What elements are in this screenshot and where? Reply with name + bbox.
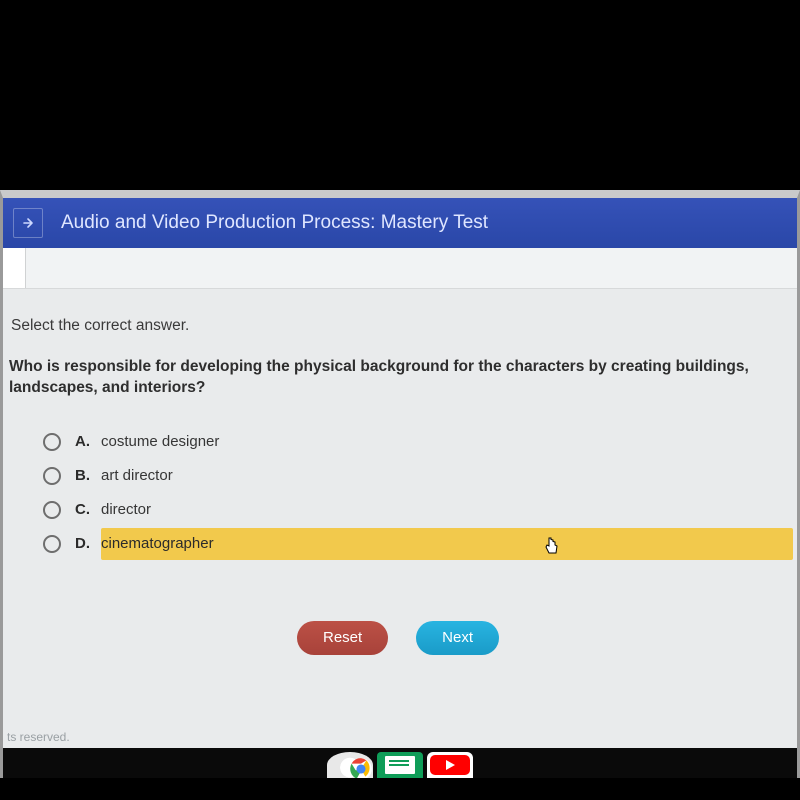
button-row: Reset Next xyxy=(9,621,787,655)
shelf-app-icon[interactable] xyxy=(327,752,373,778)
question-panel: Select the correct answer. Who is respon… xyxy=(3,289,797,655)
option-text: director xyxy=(101,501,151,518)
pointer-cursor-icon xyxy=(543,535,561,557)
answer-list: A. costume designer B. art director C. d… xyxy=(43,425,787,561)
radio-icon[interactable] xyxy=(43,501,61,519)
shelf-app-icon[interactable] xyxy=(377,752,423,778)
radio-icon[interactable] xyxy=(43,535,61,553)
app-window: Audio and Video Production Process: Mast… xyxy=(0,190,800,778)
option-text: costume designer xyxy=(101,433,219,450)
option-b[interactable]: B. art director xyxy=(43,459,787,493)
footer-text: ts reserved. xyxy=(7,730,70,744)
reset-button[interactable]: Reset xyxy=(297,621,388,655)
option-letter: D. xyxy=(75,535,101,552)
option-d[interactable]: D. cinematographer xyxy=(43,527,787,561)
toolbar-tab[interactable] xyxy=(3,248,26,288)
toolbar xyxy=(3,248,797,289)
next-button[interactable]: Next xyxy=(416,621,499,655)
letterbox-top xyxy=(0,0,800,190)
radio-icon[interactable] xyxy=(43,467,61,485)
shelf-app-icon[interactable] xyxy=(427,752,473,778)
title-bar: Audio and Video Production Process: Mast… xyxy=(3,198,797,248)
option-letter: B. xyxy=(75,467,101,484)
option-text: cinematographer xyxy=(101,535,214,552)
os-shelf xyxy=(3,748,797,778)
option-text: art director xyxy=(101,467,173,484)
question-text: Who is responsible for developing the ph… xyxy=(9,357,787,399)
nav-forward-icon[interactable] xyxy=(13,208,43,238)
option-a[interactable]: A. costume designer xyxy=(43,425,787,459)
option-letter: C. xyxy=(75,501,101,518)
radio-icon[interactable] xyxy=(43,433,61,451)
instruction-text: Select the correct answer. xyxy=(11,317,787,335)
page-title: Audio and Video Production Process: Mast… xyxy=(61,212,488,234)
option-letter: A. xyxy=(75,433,101,450)
option-c[interactable]: C. director xyxy=(43,493,787,527)
